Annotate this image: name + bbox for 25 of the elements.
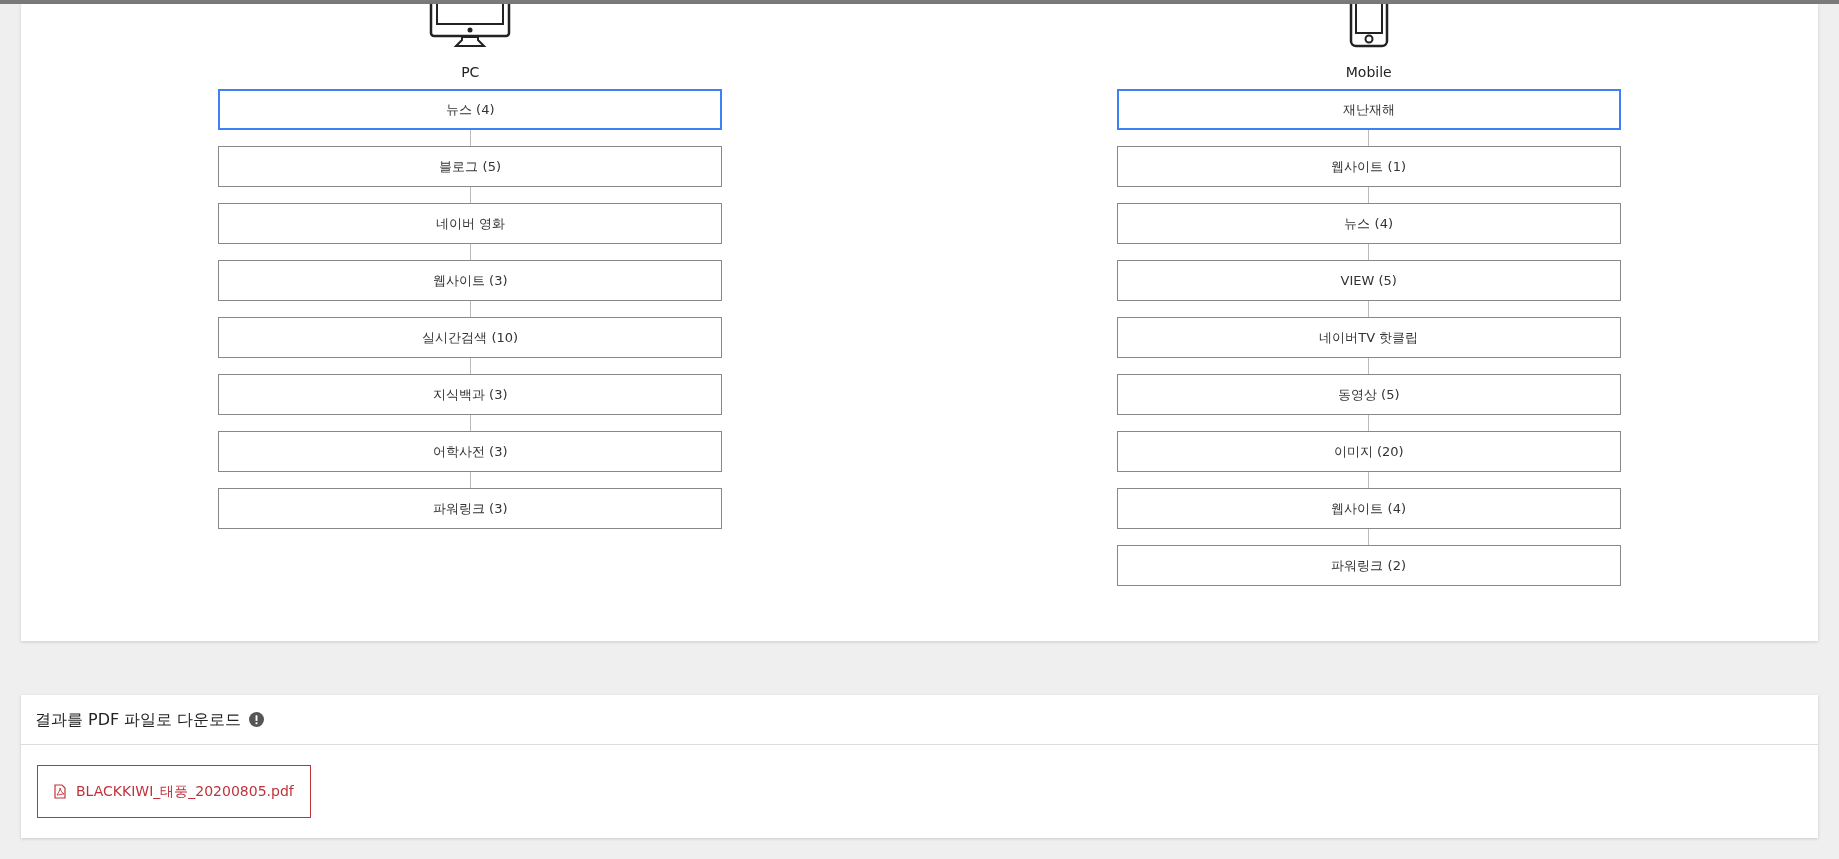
info-icon (249, 712, 265, 727)
flow-node[interactable]: 파워링크 (3) (218, 488, 723, 529)
flow-node[interactable]: 지식백과 (3) (218, 374, 723, 415)
device-label: Mobile (1345, 63, 1392, 82)
pdf-file-icon (54, 784, 66, 799)
pdf-download-link[interactable]: BLACKKIWI_태풍_20200805.pdf (37, 765, 311, 818)
flow-node[interactable]: 네이버TV 핫클립 (1116, 317, 1621, 358)
flow-node[interactable]: 파워링크 (2) (1116, 545, 1621, 586)
flow-node[interactable]: 동영상 (5) (1116, 374, 1621, 415)
flow-node[interactable]: 재난재해 (1116, 89, 1621, 130)
section-title: 결과를 PDF 파일로 다운로드 (35, 708, 242, 731)
flow-node[interactable]: 네이버 영화 (218, 203, 723, 244)
device-label: PC (461, 63, 480, 82)
flow-node[interactable]: 이미지 (20) (1116, 431, 1621, 472)
phone-icon (1348, 4, 1389, 48)
flow-node[interactable]: 뉴스 (4) (1116, 203, 1621, 244)
monitor-icon (429, 4, 512, 48)
flow-node[interactable]: 웹사이트 (4) (1116, 488, 1621, 529)
flow-node[interactable]: VIEW (5) (1116, 260, 1621, 301)
flow-node[interactable]: 실시간검색 (10) (218, 317, 723, 358)
flow-node[interactable]: 블로그 (5) (218, 146, 723, 187)
flow-node[interactable]: 웹사이트 (3) (218, 260, 723, 301)
flow-node[interactable]: 뉴스 (4) (218, 89, 723, 130)
flow-node[interactable]: 웹사이트 (1) (1116, 146, 1621, 187)
flow-node[interactable]: 어학사전 (3) (218, 431, 723, 472)
